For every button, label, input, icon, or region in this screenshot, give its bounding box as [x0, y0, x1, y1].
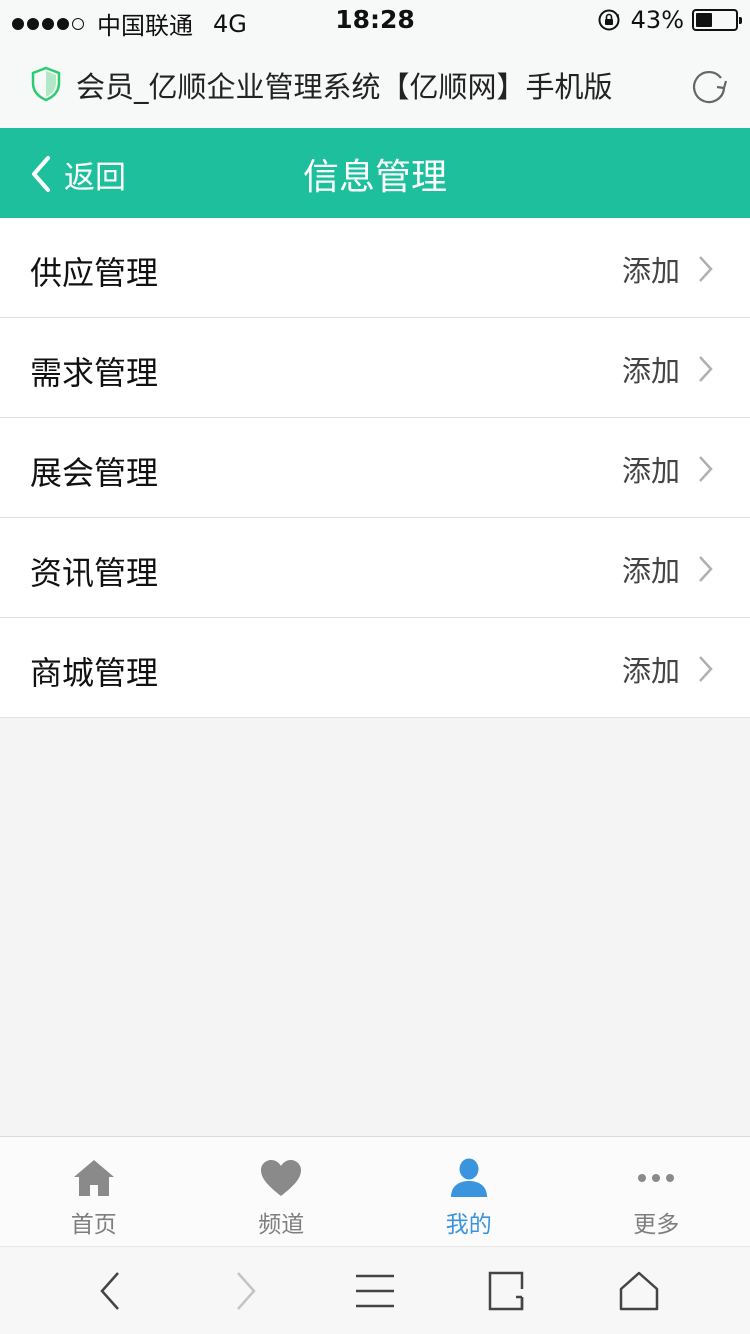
tab-channel[interactable]: 频道 [188, 1137, 376, 1246]
tabs-icon[interactable] [486, 1269, 530, 1313]
add-label: 添加 [621, 654, 680, 688]
heart-icon [261, 1160, 302, 1196]
add-label: 添加 [621, 554, 680, 588]
add-supply-link[interactable]: 添加 [622, 248, 714, 290]
add-label: 添加 [621, 354, 680, 388]
home-outline-icon[interactable] [617, 1269, 661, 1313]
menu-item-label: 需求管理 [30, 354, 159, 392]
chevron-right-icon [699, 556, 713, 582]
status-bar: 中国联通 4G 18:28 43% [0, 0, 750, 40]
add-label: 添加 [621, 254, 680, 288]
chevron-right-icon [699, 456, 713, 482]
menu-item-news[interactable]: 资讯管理 添加 [0, 518, 750, 618]
tab-more[interactable]: 更多 [563, 1137, 750, 1246]
page-title: 信息管理 [302, 157, 447, 198]
management-menu-list: 供应管理 添加 需求管理 添加 展会管理 添加 资讯管理 添加 商城管理 添加 [0, 218, 750, 718]
home-icon [73, 1160, 114, 1196]
menu-item-label: 展会管理 [30, 454, 159, 492]
battery-percent: 43% [630, 6, 684, 34]
chevron-right-icon [699, 256, 713, 282]
tab-home[interactable]: 首页 [0, 1137, 188, 1246]
menu-item-label: 供应管理 [30, 254, 159, 292]
back-arrow-icon[interactable] [90, 1269, 134, 1313]
more-icon [638, 1174, 675, 1182]
rotation-lock-icon [598, 9, 620, 31]
tab-mine[interactable]: 我的 [375, 1137, 563, 1246]
add-mall-link[interactable]: 添加 [622, 648, 714, 690]
refresh-icon[interactable] [688, 64, 730, 106]
chevron-right-icon [699, 356, 713, 382]
shield-icon [31, 66, 61, 102]
menu-item-demand[interactable]: 需求管理 添加 [0, 318, 750, 418]
add-demand-link[interactable]: 添加 [622, 348, 714, 390]
tab-label: 我的 [445, 1212, 492, 1238]
battery-fill [696, 13, 712, 27]
battery-icon [692, 9, 742, 31]
forward-arrow-icon[interactable] [222, 1269, 266, 1313]
status-right: 43% [597, 6, 742, 34]
menu-icon[interactable] [353, 1269, 397, 1313]
add-exhibition-link[interactable]: 添加 [622, 448, 714, 490]
add-news-link[interactable]: 添加 [622, 548, 714, 590]
menu-item-exhibition[interactable]: 展会管理 添加 [0, 418, 750, 518]
add-label: 添加 [621, 454, 680, 488]
tab-label: 首页 [70, 1212, 117, 1238]
tab-label: 更多 [633, 1212, 680, 1238]
tab-label: 频道 [258, 1212, 305, 1238]
browser-page-title: 会员_亿顺企业管理系统【亿顺网】手机版 [76, 70, 613, 104]
browser-title-bar: 会员_亿顺企业管理系统【亿顺网】手机版 [0, 40, 750, 128]
user-icon [450, 1158, 487, 1197]
browser-toolbar [0, 1246, 750, 1334]
menu-item-supply[interactable]: 供应管理 添加 [0, 218, 750, 318]
menu-item-label: 商城管理 [30, 654, 159, 692]
chevron-right-icon [699, 656, 713, 682]
page-header: 返回 信息管理 [0, 128, 750, 218]
menu-item-mall[interactable]: 商城管理 添加 [0, 618, 750, 718]
menu-item-label: 资讯管理 [30, 554, 159, 592]
bottom-tab-bar: 首页 频道 我的 更多 [0, 1136, 750, 1246]
